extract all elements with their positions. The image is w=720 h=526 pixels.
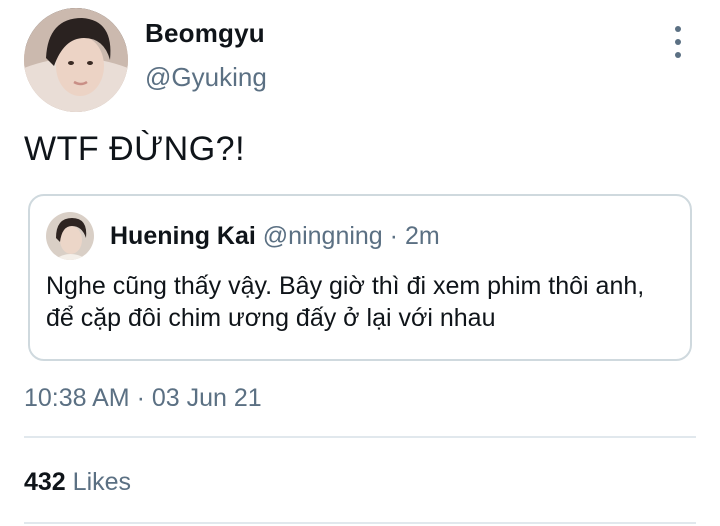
- author-avatar[interactable]: [24, 8, 128, 112]
- likes-label: Likes: [72, 468, 132, 496]
- quoted-author-handle[interactable]: @ningning: [263, 222, 383, 250]
- author-display-name[interactable]: Beomgyu: [145, 18, 265, 49]
- divider: [24, 436, 696, 438]
- quoted-tweet-time: 2m: [404, 222, 440, 250]
- quoted-author-avatar[interactable]: [46, 212, 94, 260]
- likes-stat[interactable]: 432 Likes: [24, 468, 131, 497]
- quoted-tweet-card[interactable]: Huening Kai @ningning · 2m Nghe cũng thấ…: [28, 194, 692, 361]
- more-options-button[interactable]: [668, 26, 688, 58]
- tweet-text: WTF ĐỪNG?!: [24, 130, 246, 168]
- divider: [24, 522, 696, 524]
- quoted-author-name[interactable]: Huening Kai: [110, 222, 256, 250]
- tweet-timestamp[interactable]: 10:38 AM · 03 Jun 21: [24, 384, 262, 413]
- quoted-tweet-header: Huening Kai @ningning · 2m: [110, 222, 440, 251]
- likes-count: 432: [24, 468, 66, 496]
- separator-dot: ·: [382, 222, 405, 250]
- more-vertical-icon: [675, 26, 681, 32]
- author-handle[interactable]: @Gyuking: [145, 62, 267, 93]
- quoted-tweet-text: Nghe cũng thấy vậy. Bây giờ thì đi xem p…: [46, 272, 645, 332]
